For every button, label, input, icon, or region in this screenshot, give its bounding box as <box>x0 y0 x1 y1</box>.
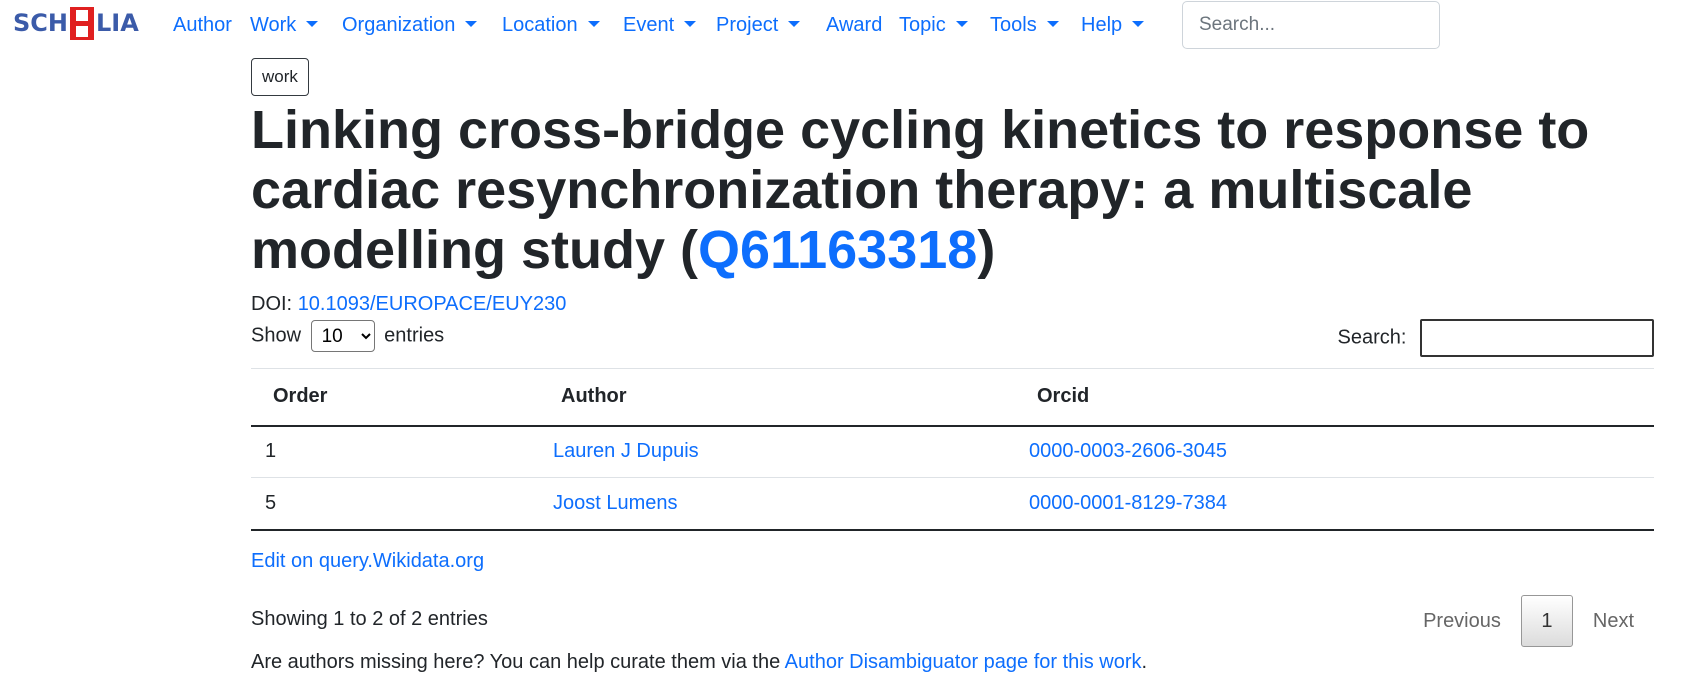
authors-table: Order Author Orcid 1 Lauren J Dupuis 000… <box>251 368 1654 531</box>
cell-order: 1 <box>251 425 539 478</box>
table-search-label: Search: <box>1337 326 1407 349</box>
type-badge: work <box>251 58 309 96</box>
nav-work[interactable]: Work <box>250 12 319 38</box>
nav-organization[interactable]: Organization <box>342 12 478 38</box>
pagination-previous[interactable]: Previous <box>1403 596 1521 646</box>
wikidata-qid-link[interactable]: Q61163318 <box>698 220 977 280</box>
table-header-row: Order Author Orcid <box>251 368 1654 427</box>
navbar: SCH LIA Author Work Organization Locatio… <box>0 0 1708 49</box>
author-disambiguator-link[interactable]: Author Disambiguator page for this work <box>785 651 1142 673</box>
author-link[interactable]: Lauren J Dupuis <box>553 440 699 462</box>
caret-down-icon <box>587 21 600 27</box>
show-label: Show <box>251 324 302 347</box>
orcid-link[interactable]: 0000-0003-2606-3045 <box>1029 440 1227 462</box>
column-header-orcid[interactable]: Orcid <box>1015 368 1654 427</box>
caret-down-icon <box>1132 21 1145 27</box>
title-close-paren: ) <box>977 220 996 280</box>
orcid-link[interactable]: 0000-0001-8129-7384 <box>1029 492 1227 514</box>
table-row: 5 Joost Lumens 0000-0001-8129-7384 <box>251 477 1654 531</box>
missing-authors-note: Are authors missing here? You can help c… <box>251 649 1147 675</box>
entries-length-control: Show 10 entries <box>251 320 444 352</box>
missing-authors-text: Are authors missing here? You can help c… <box>251 651 785 673</box>
caret-down-icon <box>684 21 697 27</box>
pagination: Previous 1 Next <box>1403 595 1654 647</box>
nav-help[interactable]: Help <box>1081 12 1145 38</box>
author-link[interactable]: Joost Lumens <box>553 492 678 514</box>
caret-down-icon <box>955 21 968 27</box>
entries-label: entries <box>384 324 445 347</box>
caret-down-icon <box>1046 21 1059 27</box>
table-search-input[interactable] <box>1420 319 1654 357</box>
svg-text:SCH: SCH <box>13 9 68 37</box>
pagination-page-1[interactable]: 1 <box>1520 595 1573 647</box>
column-header-author[interactable]: Author <box>539 368 1015 427</box>
nav-topic[interactable]: Topic <box>899 12 968 38</box>
missing-authors-end: . <box>1141 651 1148 673</box>
table-info: Showing 1 to 2 of 2 entries <box>251 608 488 630</box>
nav-award[interactable]: Award <box>826 12 882 38</box>
doi-line: DOI: 10.1093/EUROPACE/EUY230 <box>251 292 566 316</box>
nav-location[interactable]: Location <box>502 12 600 38</box>
pagination-next[interactable]: Next <box>1573 596 1654 646</box>
scholia-logo[interactable]: SCH LIA <box>13 6 153 42</box>
navbar-search-input[interactable] <box>1182 1 1440 49</box>
nav-project[interactable]: Project <box>716 12 801 38</box>
caret-down-icon <box>465 21 478 27</box>
edit-query-link[interactable]: Edit on query.Wikidata.org <box>251 548 484 574</box>
title-open-paren: ( <box>680 220 699 280</box>
nav-tools[interactable]: Tools <box>990 12 1059 38</box>
nav-event[interactable]: Event <box>623 12 697 38</box>
column-header-order[interactable]: Order <box>251 368 539 427</box>
page-title: Linking cross-bridge cycling kinetics to… <box>251 100 1654 280</box>
caret-down-icon <box>306 21 319 27</box>
table-search: Search: <box>1337 319 1654 357</box>
cell-order: 5 <box>251 477 539 531</box>
doi-label: DOI: <box>251 293 293 315</box>
nav-author[interactable]: Author <box>173 12 232 38</box>
table-row: 1 Lauren J Dupuis 0000-0003-2606-3045 <box>251 425 1654 478</box>
caret-down-icon <box>788 21 801 27</box>
page-size-select[interactable]: 10 <box>310 320 375 352</box>
scholia-logo-icon: SCH LIA <box>13 7 139 40</box>
doi-link[interactable]: 10.1093/EUROPACE/EUY230 <box>298 293 567 315</box>
svg-text:LIA: LIA <box>96 9 139 37</box>
